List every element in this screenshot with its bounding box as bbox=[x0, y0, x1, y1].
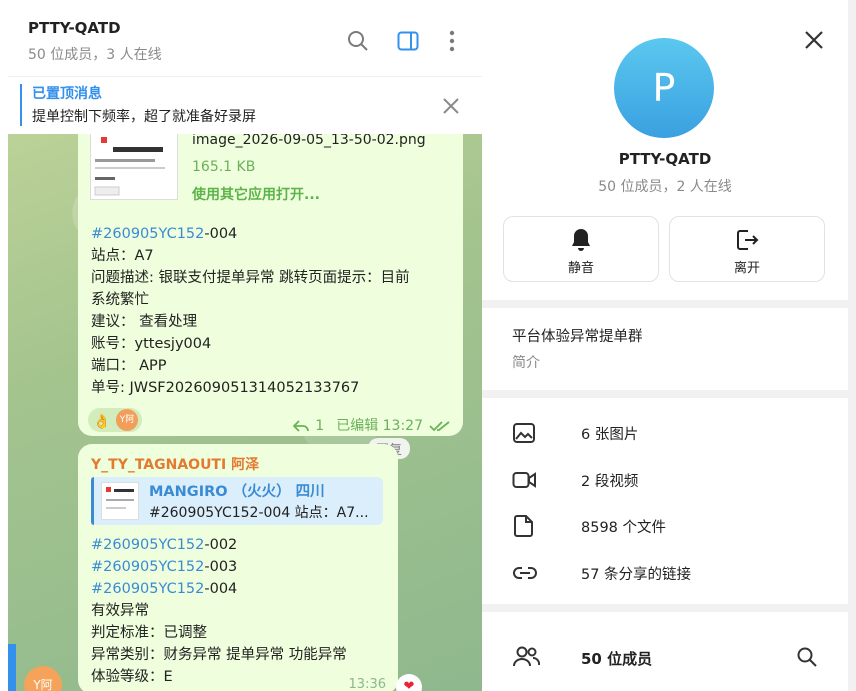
close-icon[interactable] bbox=[802, 28, 826, 52]
images-count: 6 张图片 bbox=[581, 427, 639, 443]
link-icon bbox=[512, 561, 537, 585]
message-meta: 1 已编辑 13:27 bbox=[293, 415, 451, 437]
reaction-chip[interactable]: 👌 Y阿 bbox=[88, 408, 142, 432]
group-name: PTTY-QATD bbox=[618, 150, 712, 168]
pinned-message-bar[interactable]: 已置顶消息 提单控制下频率，超了就准备好录屏 bbox=[8, 76, 482, 134]
reply-thumbnail bbox=[101, 482, 139, 520]
pinned-text: 提单控制下频率，超了就准备好录屏 bbox=[32, 109, 256, 125]
chat-header[interactable]: PTTY-QATD 50 位成员，3 人在线 bbox=[8, 8, 482, 76]
members-icon bbox=[512, 644, 541, 668]
order-line: 单号: JWSF20260905131405213376 bbox=[91, 380, 351, 396]
problem-line-2: 系统繁忙 bbox=[91, 292, 149, 308]
hashtag-link[interactable]: #260905YC152 bbox=[91, 537, 204, 553]
pin-indicator bbox=[20, 84, 22, 126]
chat-area: image_2026-09-05_13-50-02.png 165.1 KB 使… bbox=[8, 8, 482, 691]
order-line-tail: 7 bbox=[350, 380, 360, 396]
reaction-emoji: 👌 bbox=[93, 414, 111, 430]
members-section[interactable]: 50 位成员 bbox=[482, 612, 848, 691]
media-row-files[interactable]: 8598 个文件 bbox=[482, 503, 848, 549]
suggestion-line: 建议： 查看处理 bbox=[91, 314, 198, 330]
reply-preview[interactable]: MANGIRO （火火） 四川 #260905YC152-004 站点：A7..… bbox=[91, 477, 383, 525]
tag-suffix: -004 bbox=[204, 226, 238, 242]
port-line: 端口： APP bbox=[91, 358, 167, 374]
leave-button[interactable]: 离开 bbox=[669, 216, 825, 282]
chat-subtitle: 50 位成员，3 人在线 bbox=[28, 47, 162, 63]
file-icon bbox=[512, 514, 536, 538]
problem-line: 问题描述: 银联支付提单异常 跳转页面提示：目前 bbox=[91, 270, 410, 286]
message-text: #260905YC152-002 #260905YC152-003 #26090… bbox=[91, 534, 391, 688]
message-text: #260905YC152-004 站点：A7 问题描述: 银联支付提单异常 跳转… bbox=[91, 223, 451, 399]
reply-author: MANGIRO （火火） 四川 bbox=[149, 484, 325, 500]
files-count: 8598 个文件 bbox=[581, 520, 667, 536]
reaction-avatar: Y阿 bbox=[116, 409, 138, 431]
description-section: 平台体验异常提单群 简介 bbox=[482, 308, 848, 390]
leave-label: 离开 bbox=[733, 261, 760, 276]
hashtag-link[interactable]: #260905YC152 bbox=[91, 226, 204, 242]
info-panel: P PTTY-QATD 50 位成员，2 人在线 静音 离开 平台体验异常提单群… bbox=[482, 0, 856, 691]
file-thumbnail[interactable] bbox=[90, 132, 178, 200]
video-icon bbox=[512, 468, 536, 492]
members-count: 50 位成员 bbox=[581, 650, 653, 668]
criteria-line: 判定标准：已调整 bbox=[91, 625, 207, 641]
app-window: image_2026-09-05_13-50-02.png 165.1 KB 使… bbox=[0, 0, 856, 691]
station-line: 站点：A7 bbox=[91, 248, 154, 264]
pinned-title: 已置顶消息 bbox=[32, 86, 102, 102]
file-size: 165.1 KB bbox=[192, 159, 256, 175]
chat-title[interactable]: PTTY-QATD bbox=[28, 19, 121, 37]
group-status: 50 位成员，2 人在线 bbox=[598, 179, 732, 195]
more-menu-icon[interactable] bbox=[439, 28, 465, 54]
message-bubble[interactable]: image_2026-09-05_13-50-02.png 165.1 KB 使… bbox=[78, 118, 463, 436]
reply-bar bbox=[91, 477, 94, 525]
category-line: 异常类别：财务异常 提单异常 功能异常 bbox=[91, 647, 347, 663]
reply-text: #260905YC152-004 站点：A7... bbox=[149, 505, 369, 521]
reply-arrow-icon bbox=[293, 420, 310, 432]
reply-count: 1 bbox=[315, 418, 325, 434]
hashtag-link[interactable]: #260905YC152 bbox=[91, 559, 204, 575]
group-description: 平台体验异常提单群 bbox=[512, 329, 643, 345]
bell-icon bbox=[504, 227, 658, 253]
links-count: 57 条分享的链接 bbox=[581, 567, 692, 583]
group-avatar[interactable]: P bbox=[614, 38, 714, 138]
double-check-icon bbox=[429, 421, 450, 432]
profile-section: P PTTY-QATD 50 位成员，2 人在线 静音 离开 bbox=[482, 0, 848, 300]
close-icon[interactable] bbox=[440, 95, 462, 117]
mute-label: 静音 bbox=[567, 261, 594, 276]
open-with-link[interactable]: 使用其它应用打开... bbox=[192, 184, 320, 206]
search-icon[interactable] bbox=[796, 646, 818, 668]
hashtag-link[interactable]: #260905YC152 bbox=[91, 581, 204, 597]
level-line: 体验等级：E bbox=[91, 669, 173, 685]
shared-media-section: 6 张图片 2 段视频 8598 个文件 57 条分享的链接 bbox=[482, 398, 848, 604]
scroll-indicator bbox=[8, 644, 16, 691]
account-line: 账号：yttesjy004 bbox=[91, 336, 212, 352]
tag-suffix: -003 bbox=[204, 559, 238, 575]
sender-name[interactable]: Y_TY_TAGNAOUTI 阿泽 bbox=[91, 454, 259, 476]
image-icon bbox=[512, 421, 536, 445]
videos-count: 2 段视频 bbox=[581, 474, 639, 490]
sidebar-toggle-icon[interactable] bbox=[395, 28, 421, 54]
description-label: 简介 bbox=[512, 355, 540, 371]
tag-suffix: -004 bbox=[204, 581, 238, 597]
media-row-images[interactable]: 6 张图片 bbox=[482, 410, 848, 456]
tag-suffix: -002 bbox=[204, 537, 238, 553]
valid-line: 有效异常 bbox=[91, 603, 149, 619]
edited-time: 已编辑 13:27 bbox=[336, 418, 423, 434]
message-bubble[interactable]: Y_TY_TAGNAOUTI 阿泽 MANGIRO （火火） 四川 #26090… bbox=[78, 444, 398, 691]
mute-button[interactable]: 静音 bbox=[503, 216, 659, 282]
message-time: 13:36 bbox=[348, 677, 386, 691]
search-icon[interactable] bbox=[345, 28, 371, 54]
leave-icon bbox=[670, 227, 824, 253]
media-row-videos[interactable]: 2 段视频 bbox=[482, 457, 848, 503]
media-row-links[interactable]: 57 条分享的链接 bbox=[482, 550, 848, 596]
